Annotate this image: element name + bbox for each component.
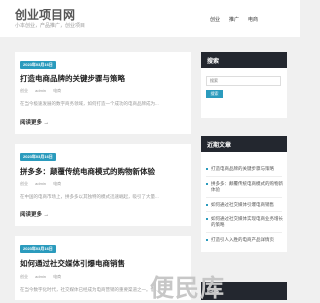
site-title[interactable]: 创业项目网 (15, 6, 75, 23)
search-widget: 搜索 搜索 搜索 (201, 52, 287, 118)
post-meta: 创业 admin 电商 (20, 274, 67, 280)
post-meta: 创业 admin 电商 (20, 88, 67, 94)
read-more-link[interactable]: 阅读更多 → (20, 118, 49, 126)
recent-post-link[interactable]: 如何通过社交媒体引爆电商销售 (206, 202, 286, 208)
post-author[interactable]: admin (35, 274, 46, 279)
recent-post-link[interactable]: 打造电商品牌的关键步骤与策略 (206, 166, 286, 172)
recent-post-link[interactable]: 拼多多：颠覆传统电商模式的购物新体验 (206, 181, 286, 193)
site-description: 小本创业，产品推广，创业项目 (15, 23, 86, 29)
post-title[interactable]: 打造电商品牌的关键步骤与策略 (20, 73, 125, 84)
post-category[interactable]: 创业 (20, 274, 28, 279)
site-header: 创业项目网 小本创业，产品推广，创业项目 创业 推广 电商 (0, 0, 300, 37)
post-author[interactable]: admin (35, 181, 46, 186)
post-meta: 创业 admin 电商 (20, 181, 67, 187)
nav-item-promotion[interactable]: 推广 (229, 16, 239, 23)
post-tag[interactable]: 电商 (53, 181, 61, 186)
post-category[interactable]: 创业 (20, 181, 28, 186)
divider (206, 176, 282, 177)
post-card: 2023年03月16日 打造电商品牌的关键步骤与策略 创业 admin 电商 在… (15, 52, 191, 134)
post-author[interactable]: admin (35, 88, 46, 93)
post-card: 2023年03月16日 拼多多：颠覆传统电商模式的购物新体验 创业 admin … (15, 144, 191, 226)
post-tag[interactable]: 电商 (53, 88, 61, 93)
post-excerpt: 在当今极速发展的数字商务领域，如何打造一个成功的电商品牌成为... (20, 101, 159, 106)
divider (206, 232, 282, 233)
nav-item-startup[interactable]: 创业 (210, 16, 220, 23)
post-category[interactable]: 创业 (20, 88, 28, 93)
read-more-link[interactable]: 阅读更多 → (20, 210, 49, 218)
post-tag[interactable]: 电商 (53, 274, 61, 279)
widget-heading: 搜索 (201, 52, 287, 68)
post-date-badge[interactable]: 2023年03月16日 (20, 61, 56, 69)
divider (206, 211, 282, 212)
watermark-logo: 便民库 (150, 275, 225, 302)
post-title[interactable]: 如何通过社交媒体引爆电商销售 (20, 258, 125, 269)
recent-post-link[interactable]: 打造引人入胜的电商产品详情页 (206, 237, 286, 243)
recent-post-link[interactable]: 如何通过社交媒体实现电商业务增长的策略 (206, 216, 286, 228)
widget-heading: 近期文章 (201, 136, 287, 152)
nav-item-ecommerce[interactable]: 电商 (248, 16, 258, 23)
post-date-badge[interactable]: 2023年03月16日 (20, 245, 56, 253)
post-title[interactable]: 拼多多：颠覆传统电商模式的购物新体验 (20, 166, 155, 177)
recent-posts-widget: 近期文章 打造电商品牌的关键步骤与策略 拼多多：颠覆传统电商模式的购物新体验 如… (201, 136, 287, 252)
divider (206, 197, 282, 198)
post-excerpt: 在中国的电商市场上，拼多多以其独特的模式迅速崛起，吸引了大量... (20, 194, 159, 199)
post-date-badge[interactable]: 2023年03月16日 (20, 153, 56, 161)
search-button[interactable]: 搜索 (206, 90, 223, 98)
search-input[interactable]: 搜索 (206, 76, 281, 86)
